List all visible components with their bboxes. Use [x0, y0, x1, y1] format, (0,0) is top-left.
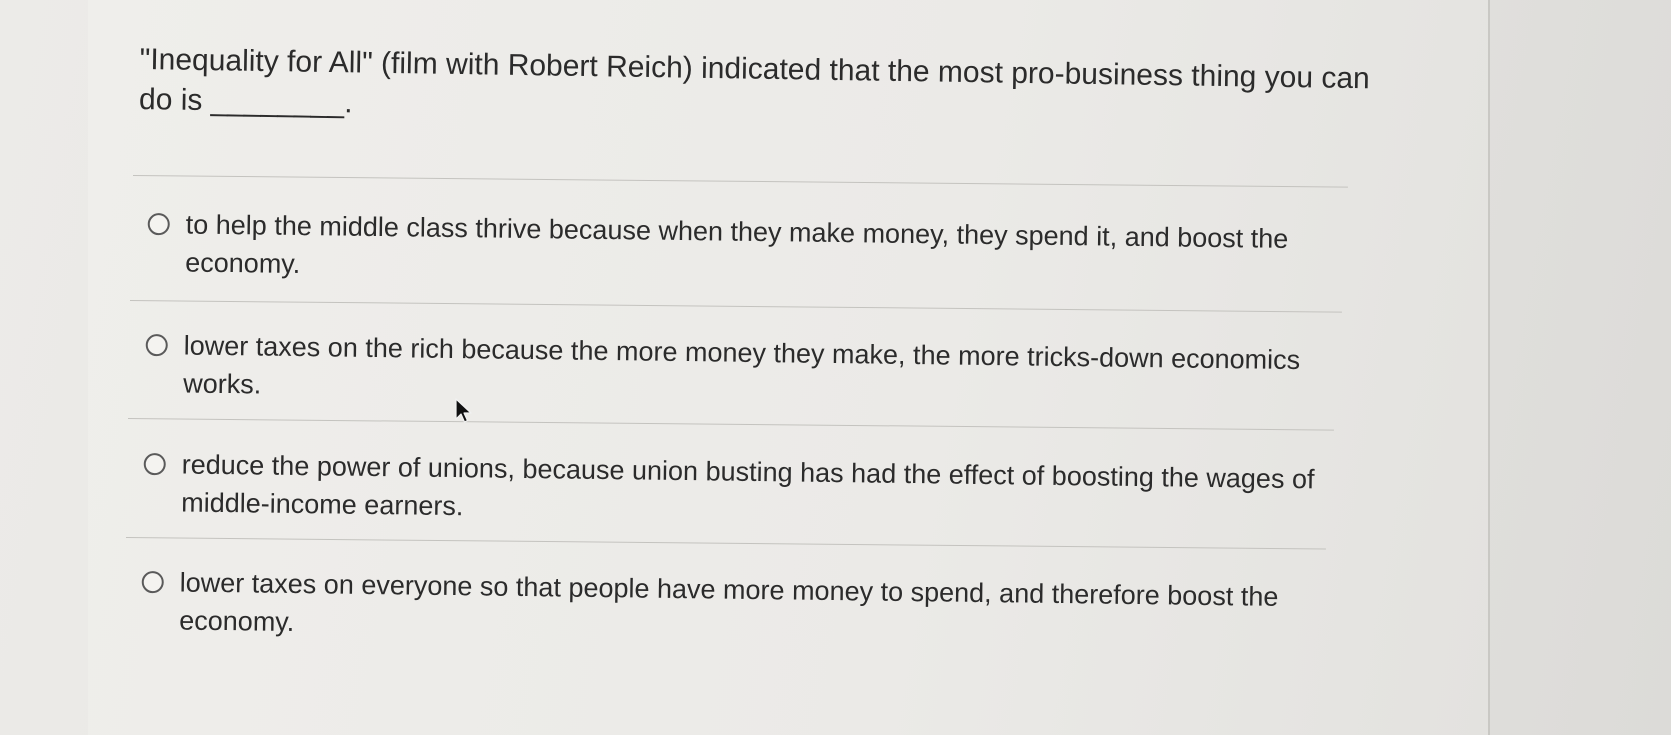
radio-button-3[interactable] [143, 452, 166, 476]
mouse-pointer-icon [455, 398, 472, 423]
answer-option-4[interactable]: lower taxes on everyone so that people h… [141, 563, 1320, 654]
radio-button-2[interactable] [145, 333, 168, 357]
answer-option-3-label[interactable]: reduce the power of unions, because unio… [181, 445, 1322, 536]
answer-option-3[interactable]: reduce the power of unions, because unio… [143, 445, 1322, 536]
answer-option-1[interactable]: to help the middle class thrive because … [147, 205, 1326, 296]
divider [127, 418, 1334, 431]
divider [132, 175, 1348, 188]
answer-option-2[interactable]: lower taxes on the rich because the more… [145, 326, 1324, 417]
answer-option-4-label[interactable]: lower taxes on everyone so that people h… [179, 563, 1320, 654]
radio-button-4[interactable] [141, 570, 164, 594]
screen: "Inequality for All" (film with Robert R… [0, 0, 1671, 735]
quiz-question-card: "Inequality for All" (film with Robert R… [88, 0, 1490, 735]
answer-option-1-label[interactable]: to help the middle class thrive because … [185, 205, 1326, 296]
answer-option-2-label[interactable]: lower taxes on the rich because the more… [183, 326, 1324, 417]
divider [129, 300, 1342, 313]
question-text: "Inequality for All" (film with Robert R… [138, 42, 1371, 120]
radio-button-1[interactable] [147, 212, 170, 236]
divider [125, 537, 1326, 550]
